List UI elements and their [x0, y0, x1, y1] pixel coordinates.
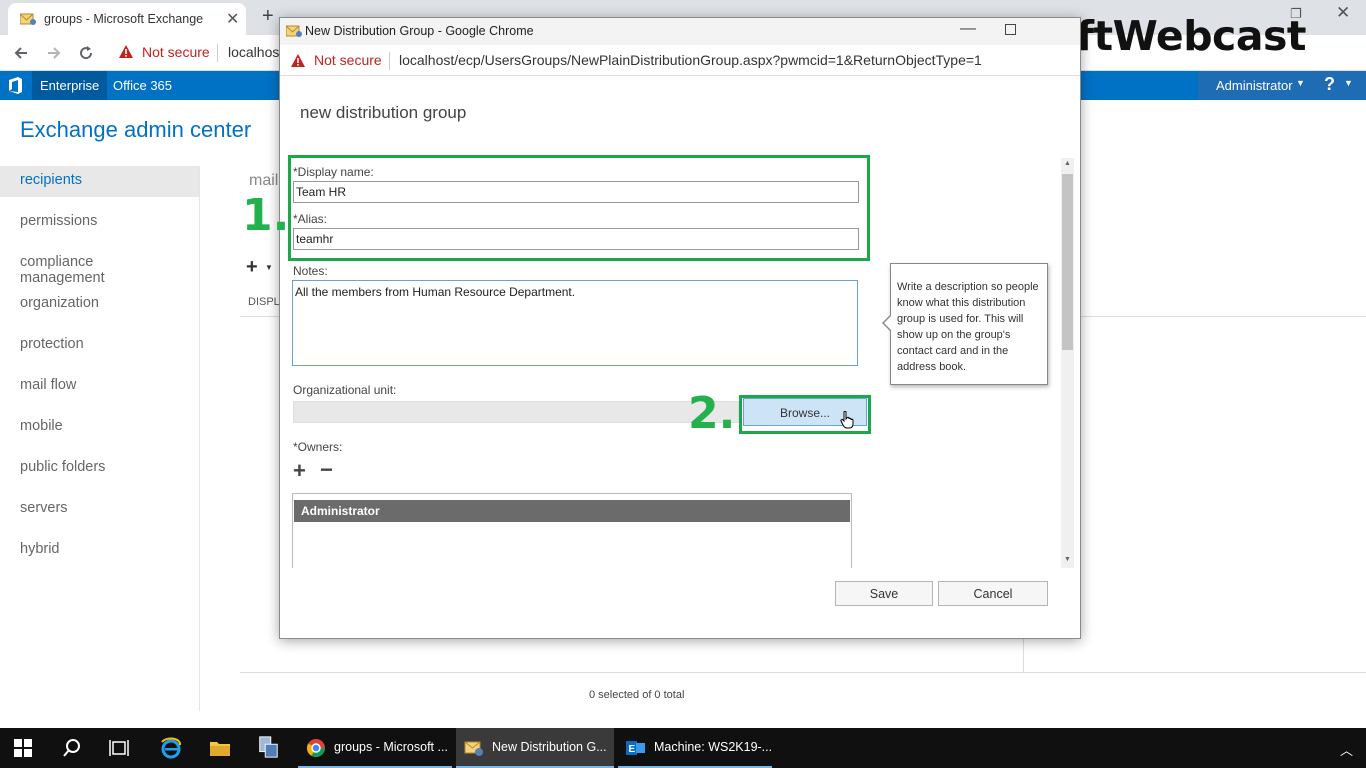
- hand-cursor-icon: [840, 411, 854, 429]
- popup-window-title: New Distribution Group - Google Chrome: [305, 24, 534, 38]
- nav-item-permissions[interactable]: permissions: [0, 207, 200, 238]
- nav-item-organization[interactable]: organization: [0, 289, 200, 320]
- taskbar-app-label: groups - Microsoft ...: [334, 740, 448, 754]
- server-manager-icon[interactable]: [256, 735, 280, 759]
- nav-item-servers[interactable]: servers: [0, 494, 200, 525]
- cancel-button[interactable]: Cancel: [938, 581, 1048, 606]
- browser-tab-title: groups - Microsoft Exchange: [44, 12, 204, 26]
- notes-tooltip: Write a description so people know what …: [882, 263, 1048, 385]
- organizational-unit-label: Organizational unit:: [293, 383, 397, 397]
- nav-item-protection[interactable]: protection: [0, 330, 200, 361]
- owners-list: Administrator: [292, 493, 852, 568]
- tooltip-arrow-inner: [884, 315, 892, 331]
- warning-icon: [291, 54, 305, 67]
- form-scrollbar[interactable]: ▲ ▼: [1061, 158, 1074, 568]
- taskbar-app-machine[interactable]: E Machine: WS2K19-...: [618, 728, 772, 768]
- remove-owner-icon[interactable]: −: [320, 457, 333, 483]
- organizational-unit-field: [293, 401, 739, 423]
- exchange-favicon-icon: [20, 13, 36, 25]
- scroll-down-icon[interactable]: ▼: [1064, 556, 1071, 563]
- help-button[interactable]: ?: [1324, 74, 1335, 95]
- browser-tab-groups[interactable]: groups - Microsoft Exchange ✕: [8, 3, 246, 35]
- notes-label: Notes:: [293, 264, 328, 278]
- new-distribution-group-window: New Distribution Group - Google Chrome —…: [242, 17, 1081, 639]
- page-title: Exchange admin center: [20, 117, 252, 142]
- search-icon[interactable]: [62, 738, 82, 758]
- notes-field[interactable]: All the members from Human Resource Depa…: [292, 280, 858, 366]
- tab-close-icon[interactable]: ✕: [226, 9, 239, 29]
- not-secure-label[interactable]: Not secure: [142, 44, 210, 60]
- scroll-up-icon[interactable]: ▲: [1064, 160, 1071, 167]
- nav-item-public-folders[interactable]: public folders: [0, 453, 200, 484]
- svg-text:E: E: [629, 744, 636, 755]
- step-1-label: 1.: [242, 190, 290, 241]
- scroll-thumb[interactable]: [1062, 174, 1073, 350]
- nav-item-mail-flow[interactable]: mail flow: [0, 371, 200, 402]
- grid-footer-divider: [240, 672, 1366, 673]
- maximize-icon[interactable]: [1005, 24, 1016, 35]
- omnibox-separator: [217, 44, 218, 62]
- topnav-office365[interactable]: Office 365: [113, 78, 172, 93]
- add-icon[interactable]: +: [246, 256, 258, 279]
- dialog-title: new distribution group: [300, 103, 467, 122]
- exchange-app-icon: [464, 741, 483, 756]
- highlight-box-step1: [288, 155, 870, 261]
- window-close-icon[interactable]: ✕: [1336, 3, 1350, 23]
- topnav-enterprise[interactable]: Enterprise: [32, 71, 108, 100]
- omnibox-separator: [389, 52, 390, 70]
- office-logo-icon[interactable]: [8, 77, 23, 94]
- taskbar-app-chrome[interactable]: groups - Microsoft ...: [298, 728, 452, 768]
- popup-title-bar: New Distribution Group - Google Chrome —: [280, 18, 1080, 45]
- windows-start-icon[interactable]: [13, 738, 33, 758]
- chrome-icon: [307, 739, 325, 758]
- back-arrow-icon[interactable]: [12, 44, 30, 62]
- taskbar-app-new-distribution[interactable]: New Distribution G...: [456, 728, 614, 768]
- owners-label: *Owners:: [293, 440, 343, 454]
- new-tab-button[interactable]: +: [262, 5, 274, 28]
- nav-item-mobile[interactable]: mobile: [0, 412, 200, 443]
- popup-url[interactable]: localhost/ecp/UsersGroups/NewPlainDistri…: [399, 52, 982, 68]
- chevron-down-icon[interactable]: ▼: [1296, 78, 1305, 88]
- save-button[interactable]: Save: [835, 581, 933, 606]
- forward-arrow-icon[interactable]: [45, 44, 63, 62]
- reload-icon[interactable]: [77, 44, 95, 62]
- selection-status: 0 selected of 0 total: [589, 689, 685, 701]
- task-view-icon[interactable]: [108, 738, 130, 758]
- exchange-favicon-icon: [286, 25, 302, 37]
- exchange-machine-icon: E: [626, 741, 645, 755]
- minimize-icon[interactable]: —: [960, 20, 976, 38]
- internet-explorer-icon[interactable]: [159, 736, 183, 760]
- admin-name[interactable]: Administrator: [1216, 78, 1293, 93]
- address-bar-url[interactable]: localhost: [228, 44, 283, 60]
- nav-item-compliance-management[interactable]: compliance management: [0, 248, 200, 286]
- popup-not-secure-label[interactable]: Not secure: [314, 52, 382, 68]
- popup-address-bar: Not secure localhost/ecp/UsersGroups/New…: [280, 45, 1080, 76]
- owner-row[interactable]: Administrator: [294, 500, 850, 522]
- taskbar-app-label: New Distribution G...: [492, 740, 607, 754]
- tray-chevron-up-icon[interactable]: ︿: [1340, 740, 1353, 759]
- nav-item-recipients[interactable]: recipients: [0, 166, 200, 197]
- taskbar-app-label: Machine: WS2K19-...: [654, 740, 773, 754]
- section-heading[interactable]: mail: [249, 172, 278, 190]
- add-owner-icon[interactable]: +: [293, 458, 306, 484]
- step-2-label: 2.: [688, 388, 736, 439]
- tooltip-text: Write a description so people know what …: [897, 281, 1039, 373]
- windows-taskbar: groups - Microsoft ... New Distribution …: [0, 728, 1366, 768]
- file-explorer-icon[interactable]: [208, 736, 232, 760]
- warning-icon: [119, 45, 133, 58]
- add-chevron-down-icon[interactable]: ▼: [265, 263, 273, 272]
- admin-menu[interactable]: Administrator ▼ ? ▼: [1198, 71, 1366, 100]
- nav-divider: [199, 166, 200, 711]
- nav-item-hybrid[interactable]: hybrid: [0, 535, 200, 566]
- help-chevron-down-icon[interactable]: ▼: [1344, 78, 1353, 88]
